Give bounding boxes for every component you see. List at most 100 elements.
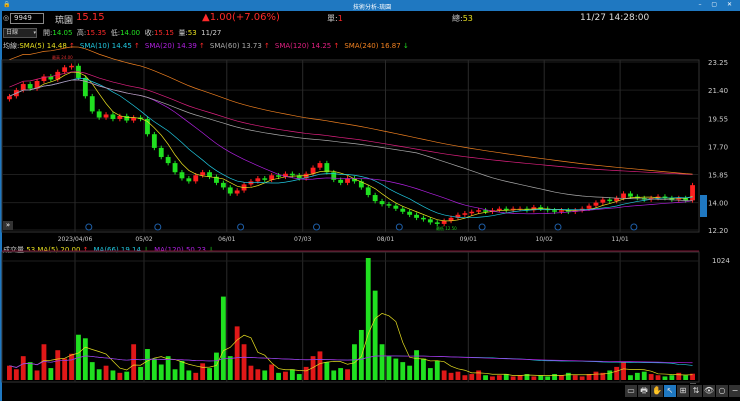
candle xyxy=(172,163,178,173)
toolbar-button[interactable]: ⊞ xyxy=(677,385,689,397)
volume-bar xyxy=(317,351,323,380)
candle xyxy=(559,210,564,212)
candle xyxy=(365,187,371,196)
candle xyxy=(483,210,488,212)
toolbar-button[interactable]: ▭ xyxy=(625,385,637,397)
volume-bar xyxy=(55,350,61,380)
price-tick: 19.55 xyxy=(708,115,728,123)
volume-bar xyxy=(13,369,19,380)
candle xyxy=(607,199,613,202)
candle xyxy=(124,115,130,121)
expand-icon[interactable]: » xyxy=(3,221,13,230)
volume-bar xyxy=(186,370,192,380)
candle xyxy=(469,211,475,214)
high-annotation: 最高 24.00 xyxy=(52,54,73,60)
price-tick: 15.85 xyxy=(708,172,728,180)
price-tick: 14.00 xyxy=(708,200,728,208)
candle xyxy=(289,173,295,176)
toolbar-button[interactable]: ○ xyxy=(716,385,728,397)
candle xyxy=(593,202,599,206)
candle xyxy=(310,167,316,174)
toolbar-button[interactable]: 👁 xyxy=(703,385,715,397)
volume-bar xyxy=(138,366,143,380)
event-icon xyxy=(478,223,486,231)
volume-bar xyxy=(421,358,426,380)
sma-120-line xyxy=(9,71,693,175)
volume-bar xyxy=(648,374,654,380)
toolbar-button[interactable]: ✋ xyxy=(651,385,663,397)
volume-bar xyxy=(158,364,164,380)
candle xyxy=(262,178,268,180)
candle xyxy=(227,187,233,194)
candle xyxy=(586,205,592,209)
candle xyxy=(7,96,12,100)
volume-bar xyxy=(110,370,116,380)
volume-bar xyxy=(607,370,613,380)
price-tick: 23.25 xyxy=(708,59,728,67)
volume-bar xyxy=(255,369,261,380)
candle xyxy=(69,65,74,68)
volume-bar xyxy=(89,362,95,380)
candle xyxy=(690,185,695,201)
volume-bar xyxy=(386,356,392,380)
candle xyxy=(441,220,447,224)
event-icon xyxy=(237,223,245,231)
volume-bar xyxy=(7,365,12,380)
volume-bar xyxy=(407,365,413,380)
volume-bar xyxy=(634,372,640,380)
event-icon xyxy=(630,223,638,231)
volume-bar xyxy=(593,371,599,380)
volume-bar xyxy=(641,371,647,380)
candle xyxy=(462,213,468,215)
volume-bar xyxy=(124,371,130,380)
date-tick: 05/02 xyxy=(135,236,152,243)
volume-bar xyxy=(296,374,302,380)
volume-bar xyxy=(338,368,344,380)
candle xyxy=(103,114,109,118)
volume-bar xyxy=(662,376,668,380)
volume-bar xyxy=(352,344,357,380)
price-volume-chart[interactable]: 23.25 21.40 19.55 17.70 15.85 14.00 12.20 2023/… xyxy=(0,0,740,401)
volume-bar xyxy=(172,369,178,380)
toolbar-button[interactable]: ↖ xyxy=(664,385,676,397)
volume-bar xyxy=(289,369,295,380)
candle xyxy=(255,178,261,182)
candle xyxy=(427,219,433,223)
volume-bar xyxy=(96,369,102,380)
candle xyxy=(96,111,102,118)
candle xyxy=(421,217,426,220)
candle xyxy=(20,84,26,91)
candle xyxy=(200,172,206,176)
candle xyxy=(179,172,185,179)
volume-bar xyxy=(248,365,254,380)
candle xyxy=(207,172,212,177)
date-tick: 08/01 xyxy=(377,236,394,243)
volume-bar xyxy=(193,372,199,380)
volume-bar xyxy=(131,344,137,380)
date-tick: 07/03 xyxy=(294,236,311,243)
volume-bar xyxy=(372,290,378,380)
toolbar-button[interactable]: ⇅ xyxy=(690,385,702,397)
candle xyxy=(600,199,606,203)
volume-bar xyxy=(655,375,661,380)
volume-bar xyxy=(414,350,419,380)
volume-bar xyxy=(269,364,275,380)
volume-bar xyxy=(214,352,219,380)
volume-bar xyxy=(331,370,337,380)
candle xyxy=(27,84,33,89)
candle xyxy=(379,201,385,205)
volume-bar xyxy=(676,372,682,380)
candle xyxy=(110,114,116,120)
volume-bar xyxy=(379,344,385,380)
scrollbar-thumb xyxy=(700,195,707,217)
date-tick: 10/02 xyxy=(536,236,553,243)
toolbar-button[interactable]: − xyxy=(729,385,740,397)
volume-bar xyxy=(145,349,150,380)
date-tick: 09/01 xyxy=(460,236,477,243)
volume-bar xyxy=(434,360,440,380)
candle xyxy=(89,96,95,112)
toolbar-button[interactable]: 🖶 xyxy=(638,385,650,397)
volume-bar xyxy=(621,362,626,380)
candle xyxy=(165,157,171,164)
candle xyxy=(628,193,633,197)
